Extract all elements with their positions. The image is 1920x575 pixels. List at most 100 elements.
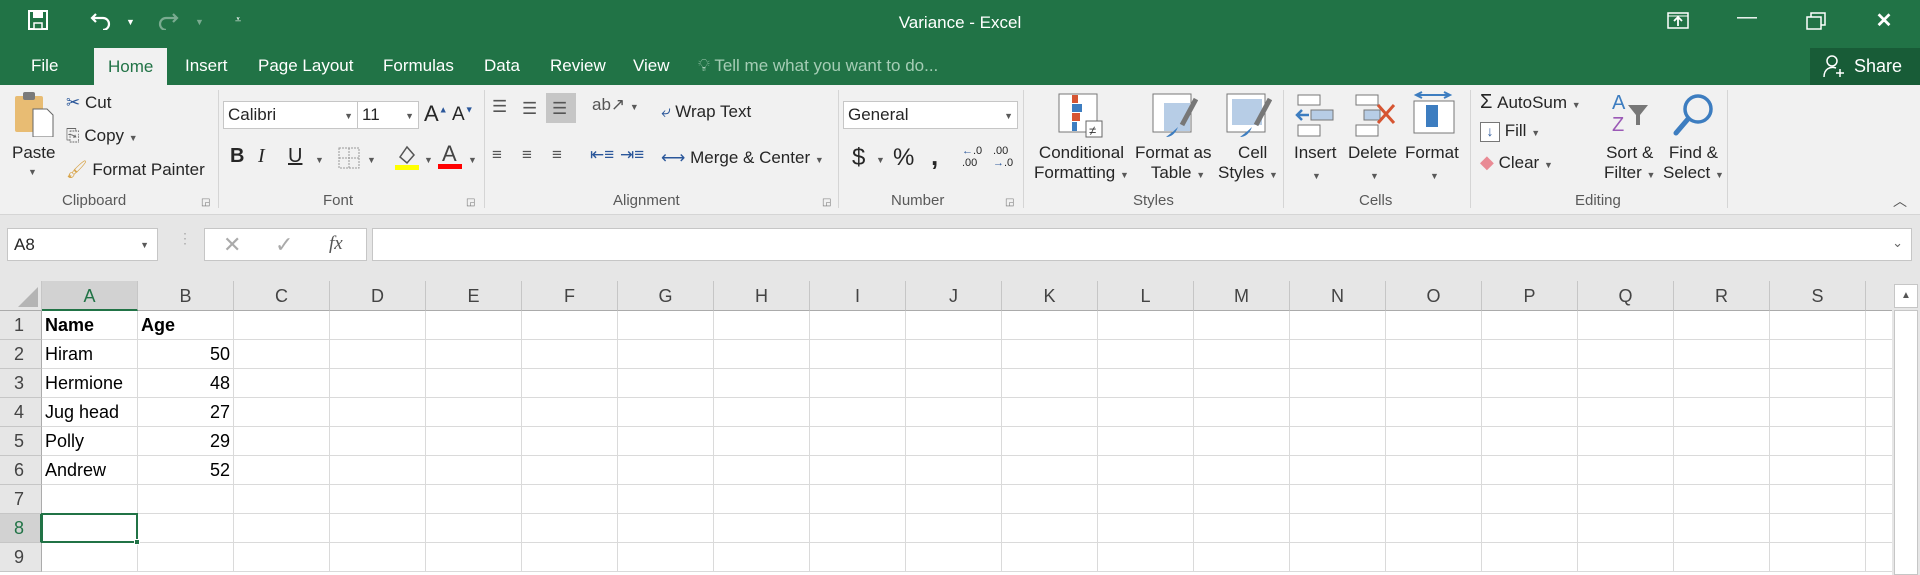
collapse-ribbon-icon[interactable]: ︿ xyxy=(1893,191,1907,211)
cell-3[interactable] xyxy=(1866,369,1894,398)
column-header-j[interactable]: J xyxy=(906,281,1002,311)
cell-k3[interactable] xyxy=(1002,369,1098,398)
cell-i8[interactable] xyxy=(810,514,906,543)
format-as-table-button[interactable]: Format as Table ▼ xyxy=(1135,143,1212,183)
format-painter-button[interactable]: 🖌︎ Format Painter xyxy=(66,160,205,180)
cell-s2[interactable] xyxy=(1770,340,1866,369)
column-header-g[interactable]: G xyxy=(618,281,714,311)
cell-l3[interactable] xyxy=(1098,369,1194,398)
cell-f7[interactable] xyxy=(522,485,618,514)
cell-p5[interactable] xyxy=(1482,427,1578,456)
cell-k5[interactable] xyxy=(1002,427,1098,456)
cell-j9[interactable] xyxy=(906,543,1002,572)
fill-button[interactable]: ↓ Fill ▼ xyxy=(1480,121,1540,142)
wrap-text-button[interactable]: ⤶ Wrap Text xyxy=(661,102,751,122)
cell-2[interactable] xyxy=(1866,340,1894,369)
cell-o3[interactable] xyxy=(1386,369,1482,398)
fill-color-icon[interactable] xyxy=(395,143,419,176)
column-header-h[interactable]: H xyxy=(714,281,810,311)
row-header-4[interactable]: 4 xyxy=(0,398,42,427)
cell-f4[interactable] xyxy=(522,398,618,427)
cell-g6[interactable] xyxy=(618,456,714,485)
cell-o5[interactable] xyxy=(1386,427,1482,456)
close-icon[interactable]: ✕ xyxy=(1864,8,1904,33)
cell-g7[interactable] xyxy=(618,485,714,514)
autosum-dropdown-icon[interactable]: ▼ xyxy=(1572,100,1581,110)
cell-d3[interactable] xyxy=(330,369,426,398)
cell-q5[interactable] xyxy=(1578,427,1674,456)
borders-dropdown-icon[interactable]: ▼ xyxy=(367,155,376,165)
cell-f2[interactable] xyxy=(522,340,618,369)
cell-j2[interactable] xyxy=(906,340,1002,369)
cell-c3[interactable] xyxy=(234,369,330,398)
currency-dropdown-icon[interactable]: ▼ xyxy=(876,155,885,165)
cell-styles-button[interactable]: Cell Styles ▼ xyxy=(1218,143,1278,183)
cell-n9[interactable] xyxy=(1290,543,1386,572)
fill-handle[interactable] xyxy=(134,539,140,545)
column-header-f[interactable]: F xyxy=(522,281,618,311)
cell-d8[interactable] xyxy=(330,514,426,543)
conditional-formatting-icon[interactable]: ≠ xyxy=(1058,93,1104,144)
cell-q7[interactable] xyxy=(1578,485,1674,514)
cell-d7[interactable] xyxy=(330,485,426,514)
orientation-icon[interactable]: ab↗ ▼ xyxy=(592,95,639,115)
cell-m6[interactable] xyxy=(1194,456,1290,485)
cell-7[interactable] xyxy=(1866,485,1894,514)
cell-p2[interactable] xyxy=(1482,340,1578,369)
cell-l8[interactable] xyxy=(1098,514,1194,543)
cell-m2[interactable] xyxy=(1194,340,1290,369)
column-header-a[interactable]: A xyxy=(42,281,138,311)
cell-s1[interactable] xyxy=(1770,311,1866,340)
number-launcher-icon[interactable]: ◲ xyxy=(1005,197,1014,208)
tab-insert[interactable]: Insert xyxy=(185,56,228,76)
column-header-l[interactable]: L xyxy=(1098,281,1194,311)
cell-m4[interactable] xyxy=(1194,398,1290,427)
cell-b2[interactable]: 50 xyxy=(138,340,234,369)
align-left-icon[interactable]: ≡ xyxy=(492,145,502,165)
cell-n4[interactable] xyxy=(1290,398,1386,427)
cell-e6[interactable] xyxy=(426,456,522,485)
clear-button[interactable]: ◆ Clear ▼ xyxy=(1480,152,1553,173)
cell-j1[interactable] xyxy=(906,311,1002,340)
cell-g4[interactable] xyxy=(618,398,714,427)
cell-s4[interactable] xyxy=(1770,398,1866,427)
cell-r1[interactable] xyxy=(1674,311,1770,340)
find-select-button[interactable]: Find & Select ▼ xyxy=(1663,143,1724,183)
font-color-icon[interactable]: A xyxy=(438,141,462,175)
cell-d2[interactable] xyxy=(330,340,426,369)
number-format-dropdown[interactable]: General ▼ xyxy=(843,101,1018,129)
middle-align-icon[interactable]: ☰ xyxy=(522,99,537,119)
cell-g3[interactable] xyxy=(618,369,714,398)
cell-e8[interactable] xyxy=(426,514,522,543)
cell-1[interactable] xyxy=(1866,311,1894,340)
cell-s8[interactable] xyxy=(1770,514,1866,543)
cell-f5[interactable] xyxy=(522,427,618,456)
fill-color-dropdown-icon[interactable]: ▼ xyxy=(424,155,433,165)
cell-p4[interactable] xyxy=(1482,398,1578,427)
column-header-q[interactable]: Q xyxy=(1578,281,1674,311)
cell-r6[interactable] xyxy=(1674,456,1770,485)
cell-j4[interactable] xyxy=(906,398,1002,427)
cell-f1[interactable] xyxy=(522,311,618,340)
minimize-icon[interactable]: — xyxy=(1727,6,1767,29)
cell-f3[interactable] xyxy=(522,369,618,398)
cell-f6[interactable] xyxy=(522,456,618,485)
cell-k7[interactable] xyxy=(1002,485,1098,514)
cell-j8[interactable] xyxy=(906,514,1002,543)
cell-k9[interactable] xyxy=(1002,543,1098,572)
cell-a1[interactable]: Name xyxy=(42,311,138,340)
cell-m7[interactable] xyxy=(1194,485,1290,514)
cell-b8[interactable] xyxy=(138,514,234,543)
cell-p3[interactable] xyxy=(1482,369,1578,398)
percent-button[interactable]: % xyxy=(893,144,914,172)
cell-5[interactable] xyxy=(1866,427,1894,456)
cell-n8[interactable] xyxy=(1290,514,1386,543)
cell-m3[interactable] xyxy=(1194,369,1290,398)
cell-i4[interactable] xyxy=(810,398,906,427)
cell-l7[interactable] xyxy=(1098,485,1194,514)
cell-h2[interactable] xyxy=(714,340,810,369)
column-header-s[interactable]: S xyxy=(1770,281,1866,311)
scroll-up-button[interactable]: ▲ xyxy=(1894,284,1918,308)
cell-g9[interactable] xyxy=(618,543,714,572)
cell-q4[interactable] xyxy=(1578,398,1674,427)
